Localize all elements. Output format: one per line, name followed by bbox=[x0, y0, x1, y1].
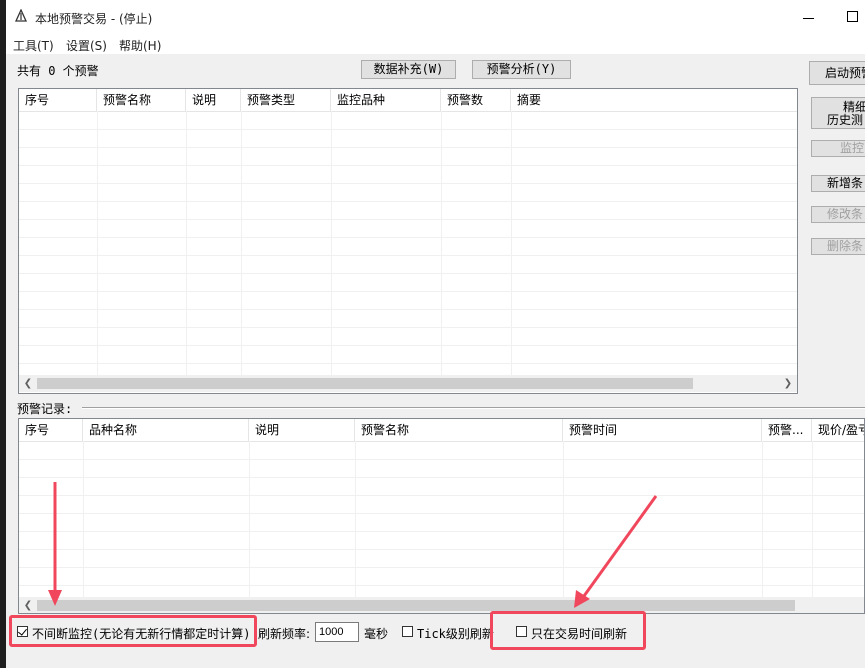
grid-line bbox=[511, 111, 512, 375]
column-header[interactable]: 预警时间 bbox=[563, 419, 762, 441]
scrollbar-thumb[interactable] bbox=[37, 378, 693, 389]
grid-line bbox=[355, 441, 356, 597]
highlight-box-continuous bbox=[9, 615, 257, 647]
column-header[interactable]: 监控品种 bbox=[331, 89, 441, 111]
menu-bar: 工具(T) 设置(S) 帮助(H) bbox=[6, 34, 865, 54]
alert-analysis-button[interactable]: 预警分析(Y) bbox=[472, 60, 571, 79]
refresh-frequency-label: 刷新频率: bbox=[258, 627, 311, 641]
records-table-header: 序号 品种名称 说明 预警名称 预警时间 预警... 现价/盈亏 bbox=[19, 419, 864, 442]
column-header[interactable]: 序号 bbox=[19, 419, 83, 441]
column-header[interactable]: 预警... bbox=[762, 419, 812, 441]
grid-line bbox=[19, 219, 797, 220]
grid-line bbox=[19, 585, 864, 586]
grid-line bbox=[19, 477, 864, 478]
grid-line bbox=[19, 165, 797, 166]
alerts-table-header: 序号 预警名称 说明 预警类型 监控品种 预警数 摘要 bbox=[19, 89, 797, 112]
alerts-table[interactable]: 序号 预警名称 说明 预警类型 监控品种 预警数 摘要 ❮ ❯ bbox=[18, 88, 798, 394]
grid-line bbox=[19, 147, 797, 148]
edit-condition-button[interactable]: 修改条 bbox=[811, 206, 865, 223]
column-header[interactable]: 预警名称 bbox=[97, 89, 186, 111]
delete-condition-button[interactable]: 删除条 bbox=[811, 238, 865, 255]
tick-refresh-checkbox[interactable] bbox=[402, 626, 413, 637]
column-header[interactable]: 说明 bbox=[249, 419, 355, 441]
grid-line bbox=[19, 531, 864, 532]
grid-line bbox=[19, 273, 797, 274]
menu-settings[interactable]: 设置(S) bbox=[66, 37, 107, 54]
grid-line bbox=[97, 111, 98, 375]
minimize-button[interactable] bbox=[797, 4, 821, 30]
column-header[interactable]: 说明 bbox=[186, 89, 241, 111]
alert-records-label: 预警记录: bbox=[17, 402, 73, 416]
group-divider bbox=[82, 407, 865, 409]
grid-line bbox=[19, 255, 797, 256]
column-header[interactable]: 预警名称 bbox=[355, 419, 563, 441]
records-horizontal-scrollbar[interactable]: ❮ bbox=[19, 597, 864, 613]
grid-line bbox=[19, 237, 797, 238]
column-header[interactable]: 现价/盈亏 bbox=[812, 419, 864, 441]
monitor-button[interactable]: 监控 bbox=[811, 140, 865, 157]
grid-line bbox=[762, 441, 763, 597]
grid-line bbox=[19, 327, 797, 328]
menu-tools[interactable]: 工具(T) bbox=[13, 37, 54, 54]
alert-count-label: 共有 0 个预警 bbox=[17, 64, 99, 78]
tick-refresh-label: Tick级别刷新 bbox=[417, 627, 494, 641]
grid-line bbox=[19, 567, 864, 568]
column-header[interactable]: 序号 bbox=[19, 89, 97, 111]
grid-line bbox=[19, 549, 864, 550]
app-window: 本地预警交易 - (停止) 工具(T) 设置(S) 帮助(H) 共有 0 个预警… bbox=[6, 0, 865, 668]
app-icon bbox=[14, 9, 28, 22]
alerts-horizontal-scrollbar[interactable]: ❮ ❯ bbox=[19, 375, 797, 392]
grid-line bbox=[83, 441, 84, 597]
grid-line bbox=[186, 111, 187, 375]
highlight-box-trade-time bbox=[490, 611, 646, 650]
grid-line bbox=[19, 459, 864, 460]
grid-line bbox=[19, 495, 864, 496]
grid-line bbox=[19, 513, 864, 514]
precise-history-button[interactable]: 精细 历史测 bbox=[811, 97, 865, 129]
window-title: 本地预警交易 - (停止) bbox=[35, 12, 153, 26]
grid-line bbox=[812, 441, 813, 597]
start-alert-button[interactable]: 启动预警 bbox=[809, 61, 865, 85]
grid-line bbox=[331, 111, 332, 375]
grid-line bbox=[19, 183, 797, 184]
add-condition-button[interactable]: 新增条 bbox=[811, 175, 865, 192]
grid-line bbox=[19, 129, 797, 130]
grid-line bbox=[241, 111, 242, 375]
column-header[interactable]: 预警类型 bbox=[241, 89, 331, 111]
data-supplement-button[interactable]: 数据补充(W) bbox=[361, 60, 456, 79]
scrollbar-thumb[interactable] bbox=[37, 600, 795, 611]
grid-line bbox=[441, 111, 442, 375]
grid-line bbox=[249, 441, 250, 597]
grid-line bbox=[563, 441, 564, 597]
precise-label-line2: 历史测 bbox=[827, 113, 864, 127]
maximize-button[interactable] bbox=[842, 6, 865, 30]
column-header[interactable]: 品种名称 bbox=[83, 419, 249, 441]
menu-help[interactable]: 帮助(H) bbox=[119, 37, 161, 54]
grid-line bbox=[19, 291, 797, 292]
alert-records-table[interactable]: 序号 品种名称 说明 预警名称 预警时间 预警... 现价/盈亏 ❮ bbox=[18, 418, 865, 614]
scroll-left-icon[interactable]: ❮ bbox=[21, 376, 35, 391]
scroll-left-icon[interactable]: ❮ bbox=[21, 598, 35, 613]
grid-line bbox=[19, 309, 797, 310]
milliseconds-label: 毫秒 bbox=[364, 627, 389, 641]
column-header[interactable]: 预警数 bbox=[441, 89, 511, 111]
grid-line bbox=[19, 345, 797, 346]
grid-line bbox=[19, 363, 797, 364]
column-header[interactable]: 摘要 bbox=[511, 89, 797, 111]
grid-line bbox=[19, 201, 797, 202]
scroll-right-icon[interactable]: ❯ bbox=[781, 376, 795, 391]
title-bar: 本地预警交易 - (停止) bbox=[6, 0, 865, 34]
refresh-frequency-input[interactable] bbox=[315, 622, 359, 642]
